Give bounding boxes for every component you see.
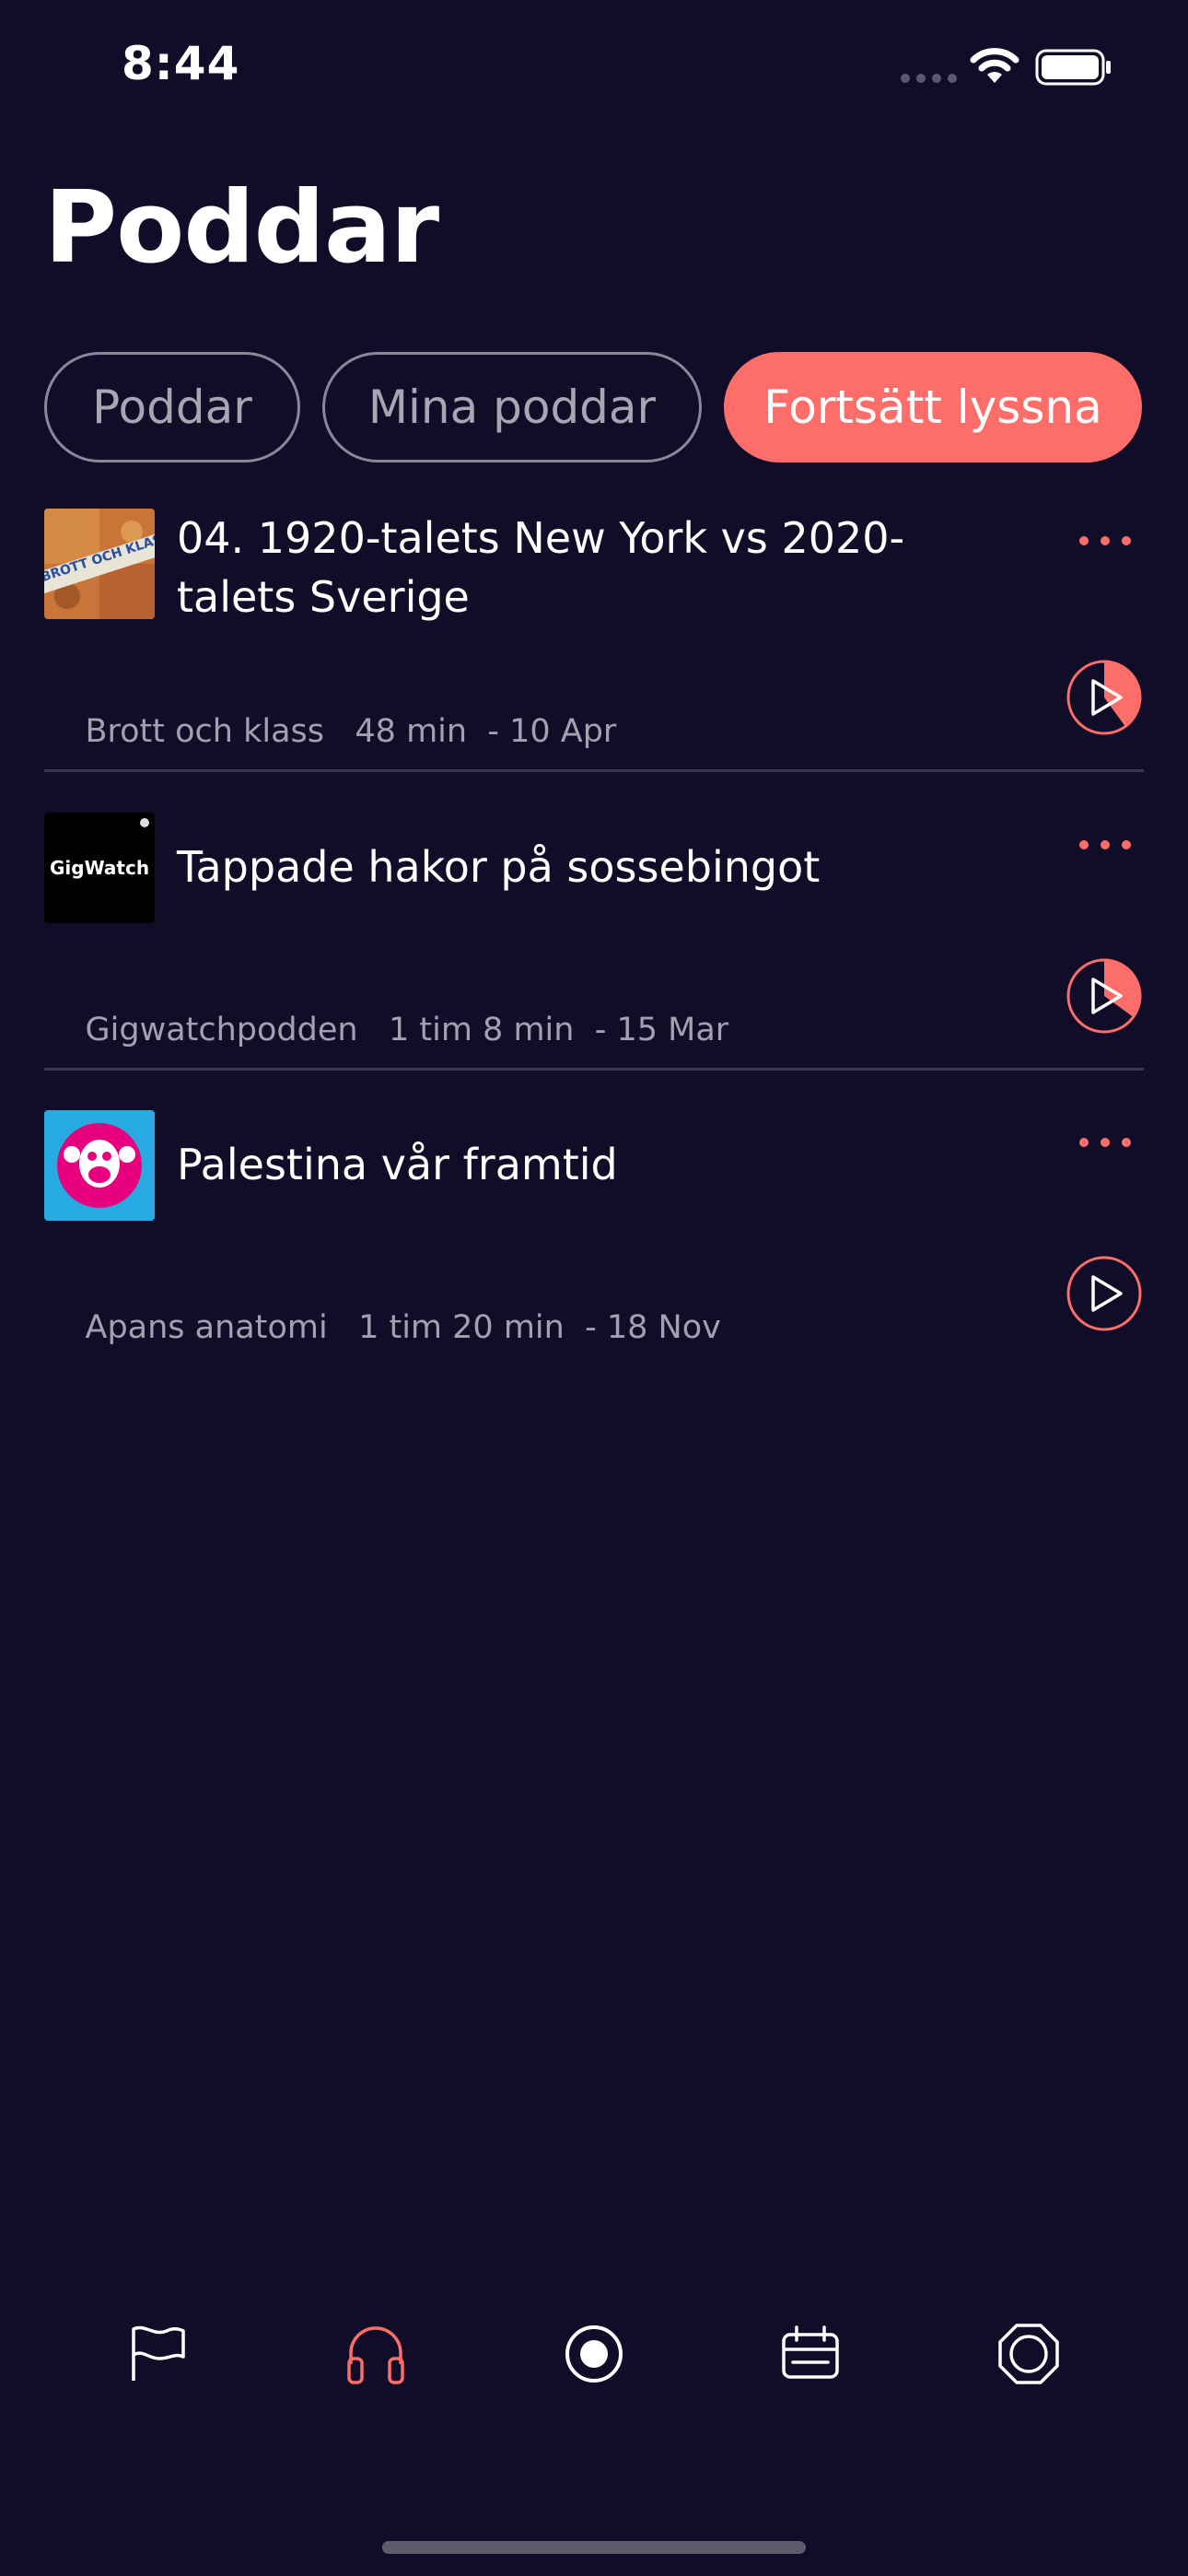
tab-poddar[interactable]: Poddar [44,352,300,463]
episode-title[interactable]: Palestina vår framtid [177,1135,1006,1194]
episode-duration: 48 min [355,713,468,750]
show-name: Gigwatchpodden [85,1012,358,1048]
wifi-icon [970,48,1019,83]
podcast-artwork: BROTT OCH KLASS [44,509,155,619]
flag-icon[interactable] [126,2322,191,2386]
podcast-artwork: GigWatch [44,813,155,923]
artwork-text: GigWatch [50,857,150,879]
podcast-artwork [44,1110,155,1221]
divider [44,1068,1144,1071]
more-options-icon[interactable] [1079,536,1131,545]
play-button[interactable] [1066,957,1143,1035]
tab-mina-poddar[interactable]: Mina poddar [322,352,702,463]
record-icon[interactable] [562,2322,626,2386]
play-button[interactable] [1066,659,1143,736]
page-title: Poddar [44,170,439,286]
calendar-icon[interactable] [778,2322,843,2386]
home-indicator[interactable] [382,2541,806,2554]
episode-duration: 1 tim 20 min [358,1309,565,1346]
show-name: Brott och klass [85,713,325,750]
monkey-logo-icon [57,1123,142,1208]
artwork-logo-dot [140,818,149,827]
more-options-icon[interactable] [1079,840,1131,849]
filter-tabs: Poddar Mina poddar Fortsätt lyssna [44,352,1142,463]
more-options-icon[interactable] [1079,1138,1131,1147]
episode-date: - 10 Apr [487,713,617,750]
episode-title[interactable]: 04. 1920-talets New York vs 2020-talets … [177,509,1006,626]
episode-duration: 1 tim 8 min [388,1012,575,1048]
headphones-icon[interactable] [344,2322,408,2386]
play-button[interactable] [1066,1255,1143,1332]
cellular-dots-icon [901,74,957,83]
episode-date: - 18 Nov [585,1309,721,1346]
tab-bar [0,2322,1188,2414]
episode-meta: Apans anatomi 1 tim 20 min - 18 Nov [44,1272,721,1383]
episode-date: - 15 Mar [594,1012,729,1048]
episode-title[interactable]: Tappade hakor på sossebingot [177,837,1006,896]
octagon-icon[interactable] [996,2322,1061,2386]
status-bar: 8:44 [0,0,1188,138]
divider [44,769,1144,772]
tab-fortsatt-lyssna[interactable]: Fortsätt lyssna [724,352,1142,463]
status-time: 8:44 [122,37,240,90]
battery-icon [1035,49,1111,86]
show-name: Apans anatomi [85,1309,328,1346]
